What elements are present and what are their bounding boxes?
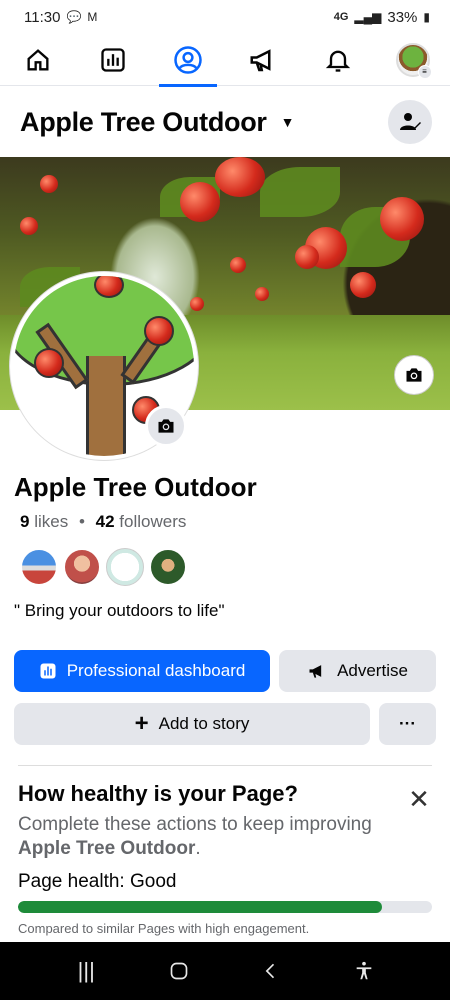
page-title: Apple Tree Outdoor bbox=[20, 106, 267, 137]
profile-icon bbox=[173, 45, 202, 74]
messenger-icon: 💬 bbox=[66, 10, 82, 24]
page-header: Apple Tree Outdoor ▼ bbox=[0, 96, 450, 148]
nav-dashboard[interactable] bbox=[84, 34, 142, 86]
megaphone-icon bbox=[309, 665, 322, 678]
advertise-label: Advertise bbox=[337, 661, 408, 680]
more-icon: ··· bbox=[399, 714, 416, 733]
back-icon[interactable] bbox=[251, 951, 291, 991]
camera-icon bbox=[158, 419, 174, 433]
status-bar: 11:30 💬 M 4G ▂▄▆ 33% ▮ bbox=[0, 0, 450, 34]
nav-home[interactable] bbox=[9, 34, 67, 86]
network-label: 4G bbox=[333, 11, 349, 23]
page-stats: 9 likes • 42 followers bbox=[20, 512, 187, 531]
close-icon[interactable]: ✕ bbox=[405, 784, 433, 814]
follower-avatar bbox=[149, 548, 187, 586]
health-page-name: Apple Tree Outdoor bbox=[18, 838, 196, 859]
page-bio: " Bring your outdoors to life" bbox=[14, 601, 225, 620]
advertise-button[interactable]: Advertise bbox=[279, 650, 436, 692]
health-progress-fill bbox=[18, 901, 383, 913]
followers-count: 42 bbox=[95, 512, 115, 531]
nav-notifications[interactable] bbox=[309, 34, 367, 86]
recents-icon[interactable]: ||| bbox=[66, 951, 106, 991]
dashboard-icon bbox=[100, 47, 125, 72]
follower-avatar bbox=[20, 548, 58, 586]
battery-percent: 33% bbox=[387, 8, 418, 26]
add-to-story-button[interactable]: + Add to story bbox=[14, 703, 370, 745]
likes-label[interactable]: likes bbox=[34, 512, 68, 531]
page-switcher[interactable]: Apple Tree Outdoor ▼ bbox=[20, 107, 294, 138]
edit-cover-button[interactable] bbox=[394, 355, 434, 395]
nav-profile[interactable] bbox=[158, 34, 217, 87]
dashboard-icon bbox=[40, 663, 56, 679]
home-button-icon[interactable] bbox=[159, 951, 199, 991]
health-note: Compared to similar Pages with high enga… bbox=[18, 921, 310, 936]
nav-menu[interactable]: ≡ bbox=[384, 34, 442, 86]
android-nav-bar: ||| bbox=[0, 942, 450, 1000]
more-options-button[interactable]: ··· bbox=[379, 703, 436, 745]
divider bbox=[18, 765, 432, 766]
signal-icon: ▂▄▆ bbox=[354, 10, 382, 24]
profile-name: Apple Tree Outdoor bbox=[14, 472, 257, 502]
professional-dashboard-label: Professional dashboard bbox=[66, 661, 246, 680]
follower-avatar bbox=[63, 548, 101, 586]
gmail-icon: M bbox=[87, 10, 98, 24]
followers-label[interactable]: followers bbox=[119, 512, 186, 531]
health-card-description: Complete these actions to keep improving… bbox=[18, 814, 372, 859]
chevron-down-icon: ▼ bbox=[280, 114, 295, 130]
bell-icon bbox=[325, 50, 350, 72]
user-edit-icon bbox=[400, 113, 421, 130]
health-status: Page health: Good bbox=[18, 871, 177, 892]
plus-icon: + bbox=[134, 710, 149, 737]
accessibility-icon[interactable] bbox=[344, 951, 384, 991]
professional-dashboard-button[interactable]: Professional dashboard bbox=[14, 650, 270, 692]
home-icon bbox=[27, 48, 48, 70]
avatar-menu-icon: ≡ bbox=[395, 42, 432, 79]
clock: 11:30 bbox=[24, 8, 61, 26]
megaphone-icon bbox=[250, 48, 270, 71]
menu-icon: ≡ bbox=[417, 64, 432, 79]
nav-ads[interactable] bbox=[234, 34, 292, 86]
camera-icon bbox=[406, 368, 422, 382]
likes-count: 9 bbox=[20, 512, 30, 531]
health-status-value: Good bbox=[129, 871, 177, 892]
health-progress-bar bbox=[18, 901, 432, 913]
add-to-story-label: Add to story bbox=[158, 714, 250, 733]
top-nav: ≡ bbox=[0, 34, 450, 87]
health-card-title: How healthy is your Page? bbox=[18, 781, 298, 806]
switch-profile-button[interactable] bbox=[388, 100, 432, 144]
battery-icon: ▮ bbox=[423, 10, 430, 24]
follower-avatar bbox=[106, 548, 144, 586]
edit-profile-picture-button[interactable] bbox=[145, 405, 187, 447]
follower-avatars[interactable] bbox=[20, 548, 187, 586]
